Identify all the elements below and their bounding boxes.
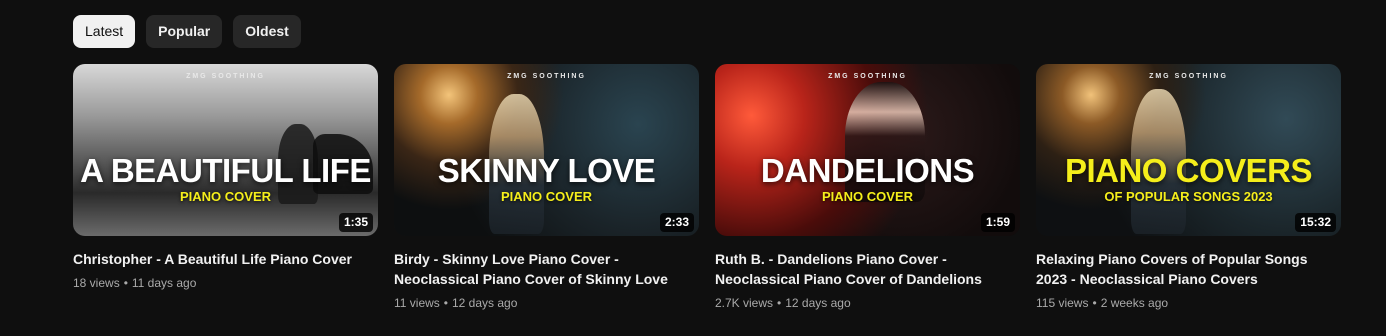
thumbnail-brand: ZMG SOOTHING — [1149, 73, 1228, 80]
thumbnail-brand: ZMG SOOTHING — [186, 73, 265, 80]
thumbnail-headline: PIANO COVERS — [1064, 152, 1313, 189]
view-count: 18 views — [73, 276, 120, 290]
duration-badge: 1:59 — [980, 213, 1015, 232]
meta-separator: • — [443, 296, 448, 310]
upload-age: 12 days ago — [785, 296, 851, 310]
thumbnail-subline: PIANO COVER — [500, 189, 592, 204]
video-card: ZMG SOOTHING DANDELIONS PIANO COVER 1:59… — [715, 64, 1020, 312]
duration-badge: 1:35 — [338, 213, 373, 232]
thumbnail-subline: PIANO COVER — [179, 189, 271, 204]
thumbnail-subline: OF POPULAR SONGS 2023 — [1104, 189, 1273, 204]
thumbnail-subline: PIANO COVER — [821, 189, 913, 204]
upload-age: 2 weeks ago — [1100, 296, 1169, 310]
video-grid: ZMG SOOTHING A BEAUTIFUL LIFE PIANO COVE… — [73, 64, 1341, 312]
meta-separator: • — [123, 276, 128, 290]
video-card: ZMG SOOTHING A BEAUTIFUL LIFE PIANO COVE… — [73, 64, 378, 312]
upload-age: 11 days ago — [131, 276, 197, 290]
upload-age: 12 days ago — [452, 296, 518, 310]
video-thumbnail[interactable]: ZMG SOOTHING SKINNY LOVE PIANO COVER 2:3… — [394, 64, 699, 236]
chip-popular[interactable]: Popular — [146, 15, 223, 48]
chip-oldest[interactable]: Oldest — [233, 15, 301, 48]
video-thumbnail[interactable]: ZMG SOOTHING PIANO COVERS OF POPULAR SON… — [1036, 64, 1341, 236]
video-meta: 18 views • 11 days ago — [73, 274, 378, 292]
video-meta: 2.7K views • 12 days ago — [715, 294, 1020, 312]
thumbnail-brand: ZMG SOOTHING — [507, 73, 586, 80]
video-title[interactable]: Birdy - Skinny Love Piano Cover - Neocla… — [394, 249, 699, 289]
thumbnail-headline: SKINNY LOVE — [437, 152, 656, 189]
thumbnail-image — [1036, 64, 1341, 236]
thumbnail-headline: DANDELIONS — [760, 152, 975, 189]
video-title[interactable]: Ruth B. - Dandelions Piano Cover - Neocl… — [715, 249, 1020, 289]
thumbnail-image — [394, 64, 699, 236]
video-title[interactable]: Relaxing Piano Covers of Popular Songs 2… — [1036, 249, 1341, 289]
video-title[interactable]: Christopher - A Beautiful Life Piano Cov… — [73, 249, 378, 269]
duration-badge: 15:32 — [1295, 213, 1336, 232]
video-meta: 11 views • 12 days ago — [394, 294, 699, 312]
chip-latest[interactable]: Latest — [73, 15, 136, 48]
duration-badge: 2:33 — [659, 213, 694, 232]
video-card: ZMG SOOTHING SKINNY LOVE PIANO COVER 2:3… — [394, 64, 699, 312]
meta-separator: • — [777, 296, 782, 310]
video-thumbnail[interactable]: ZMG SOOTHING DANDELIONS PIANO COVER 1:59 — [715, 64, 1020, 236]
view-count: 2.7K views — [715, 296, 774, 310]
video-meta: 115 views • 2 weeks ago — [1036, 294, 1341, 312]
thumbnail-headline: A BEAUTIFUL LIFE — [80, 152, 371, 189]
video-thumbnail[interactable]: ZMG SOOTHING A BEAUTIFUL LIFE PIANO COVE… — [73, 64, 378, 236]
video-card: ZMG SOOTHING PIANO COVERS OF POPULAR SON… — [1036, 64, 1341, 312]
meta-separator: • — [1092, 296, 1097, 310]
thumbnail-brand: ZMG SOOTHING — [828, 73, 907, 80]
view-count: 115 views — [1036, 296, 1089, 310]
view-count: 11 views — [394, 296, 440, 310]
filter-chips: Latest Popular Oldest — [73, 15, 301, 48]
